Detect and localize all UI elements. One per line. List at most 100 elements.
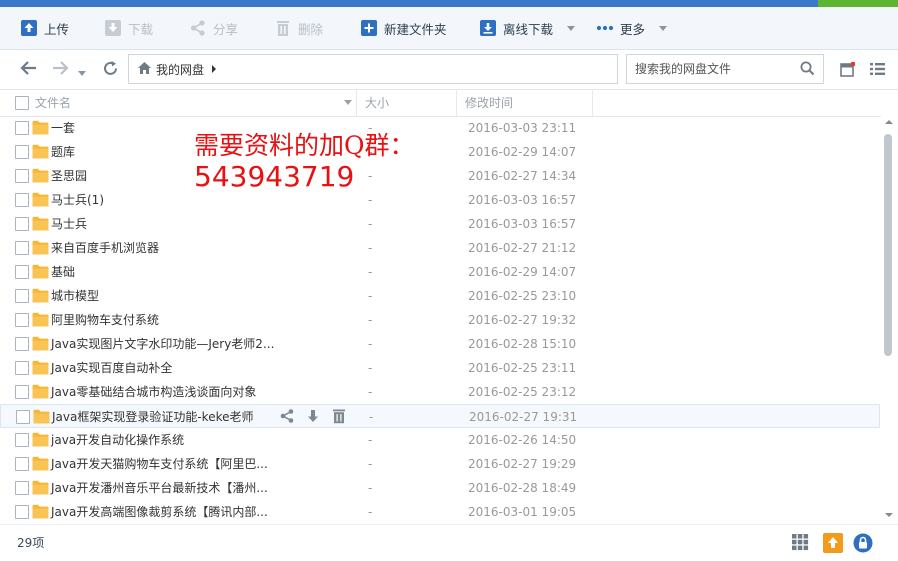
scroll-down-arrow-icon[interactable] bbox=[885, 513, 893, 517]
breadcrumb-arrow-icon[interactable] bbox=[212, 65, 217, 73]
download-button[interactable]: 下载 bbox=[104, 7, 153, 49]
column-divider[interactable] bbox=[592, 90, 593, 116]
column-header-name[interactable]: 文件名 bbox=[35, 90, 71, 116]
folder-icon bbox=[32, 384, 49, 402]
row-checkbox[interactable] bbox=[16, 410, 30, 424]
row-checkbox[interactable] bbox=[15, 313, 29, 327]
file-modified-time: 2016-02-25 23:11 bbox=[468, 361, 577, 375]
table-row[interactable]: Java开发天猫购物车支付系统【阿里巴... - 2016-02-27 19:29 bbox=[0, 452, 880, 476]
new-folder-button[interactable]: 新建文件夹 bbox=[360, 7, 447, 49]
folder-icon bbox=[32, 456, 49, 474]
table-row[interactable]: 基础 - 2016-02-29 14:07 bbox=[0, 260, 880, 284]
share-button[interactable]: 分享 bbox=[189, 7, 238, 49]
history-dropdown-icon[interactable] bbox=[78, 66, 86, 80]
file-name[interactable]: 一套 bbox=[51, 116, 75, 140]
table-row[interactable]: 马士兵(1) - 2016-03-03 16:57 bbox=[0, 188, 880, 212]
file-name[interactable]: java开发自动化操作系统 bbox=[51, 428, 184, 452]
row-checkbox[interactable] bbox=[15, 337, 29, 351]
table-row[interactable]: 题库 -2016-02-29 14:07 bbox=[0, 140, 880, 164]
file-name[interactable]: 城市模型 bbox=[51, 284, 99, 308]
table-row[interactable]: Java开发潘州音乐平台最新技术【潘州... - 2016-02-28 18:49 bbox=[0, 476, 880, 500]
home-icon[interactable] bbox=[137, 61, 152, 78]
file-name[interactable]: 马士兵(1) bbox=[51, 188, 104, 212]
select-all-checkbox[interactable] bbox=[15, 96, 29, 110]
download-icon[interactable] bbox=[305, 408, 321, 427]
row-checkbox[interactable] bbox=[15, 361, 29, 375]
row-checkbox[interactable] bbox=[15, 289, 29, 303]
trash-icon[interactable] bbox=[331, 408, 347, 427]
row-checkbox[interactable] bbox=[15, 217, 29, 231]
table-row[interactable]: 阿里购物车支付系统 - 2016-02-27 19:32 bbox=[0, 308, 880, 332]
table-row[interactable]: 来自百度手机浏览器 - 2016-02-27 21:12 bbox=[0, 236, 880, 260]
folder-icon bbox=[32, 216, 49, 234]
breadcrumb-root[interactable]: 我的网盘 bbox=[156, 61, 204, 78]
file-name[interactable]: Java实现图片文字水印功能—Jery老师2... bbox=[51, 332, 274, 356]
row-checkbox[interactable] bbox=[15, 385, 29, 399]
column-header-size[interactable]: 大小 bbox=[365, 90, 389, 116]
file-name[interactable]: 题库 bbox=[51, 140, 75, 164]
file-modified-time: 2016-03-01 19:05 bbox=[468, 505, 577, 519]
row-checkbox[interactable] bbox=[15, 505, 29, 519]
upload-button[interactable]: 上传 bbox=[20, 7, 69, 49]
table-row[interactable]: Java零基础结合城市构造浅谈面向对象 - 2016-02-25 23:12 bbox=[0, 380, 880, 404]
row-checkbox[interactable] bbox=[15, 457, 29, 471]
file-name[interactable]: 马士兵 bbox=[51, 212, 87, 236]
folder-icon bbox=[32, 264, 49, 282]
row-checkbox[interactable] bbox=[15, 241, 29, 255]
column-divider[interactable] bbox=[356, 90, 357, 116]
row-checkbox[interactable] bbox=[15, 193, 29, 207]
forward-arrow-icon[interactable] bbox=[51, 60, 69, 79]
file-size: - bbox=[368, 361, 373, 375]
row-checkbox[interactable] bbox=[15, 265, 29, 279]
row-checkbox[interactable] bbox=[15, 169, 29, 183]
view-mode-icon[interactable] bbox=[840, 61, 856, 80]
file-name[interactable]: Java实现百度自动补全 bbox=[51, 356, 172, 380]
file-name[interactable]: Java开发潘州音乐平台最新技术【潘州... bbox=[51, 476, 268, 500]
offline-download-button[interactable]: 离线下载 bbox=[479, 7, 576, 49]
share-label: 分享 bbox=[213, 21, 239, 37]
transfer-icon[interactable] bbox=[823, 533, 843, 556]
table-row[interactable]: 一套 -2016-03-03 23:11 bbox=[0, 116, 880, 140]
scrollbar-thumb[interactable] bbox=[884, 134, 892, 356]
file-name[interactable]: Java零基础结合城市构造浅谈面向对象 bbox=[51, 380, 256, 404]
file-name[interactable]: Java框架实现登录验证功能-keke老师 bbox=[52, 405, 254, 429]
file-name[interactable]: 圣思园 bbox=[51, 164, 87, 188]
file-name[interactable]: 基础 bbox=[51, 260, 75, 284]
lock-icon[interactable] bbox=[853, 533, 873, 556]
row-checkbox[interactable] bbox=[15, 433, 29, 447]
share-icon[interactable] bbox=[279, 408, 295, 427]
search-input[interactable] bbox=[633, 61, 797, 77]
table-row[interactable]: Java框架实现登录验证功能-keke老师 - 2016-02-27 19:31 bbox=[0, 404, 880, 428]
file-name[interactable]: Java开发高端图像裁剪系统【腾讯内部... bbox=[51, 500, 268, 524]
item-count: 29项 bbox=[17, 536, 45, 550]
table-row[interactable]: 城市模型 - 2016-02-25 23:10 bbox=[0, 284, 880, 308]
more-button[interactable]: 更多 bbox=[596, 7, 668, 49]
file-name[interactable]: 来自百度手机浏览器 bbox=[51, 236, 159, 260]
navigation-bar: 我的网盘 bbox=[0, 50, 898, 88]
row-checkbox[interactable] bbox=[15, 121, 29, 135]
back-arrow-icon[interactable] bbox=[20, 60, 38, 79]
toolbar: 上传 下载 分享 删除 新建文件夹 离线下载 更多 bbox=[0, 7, 898, 50]
folder-icon bbox=[32, 240, 49, 258]
refresh-icon[interactable] bbox=[102, 60, 119, 80]
table-row[interactable]: Java开发高端图像裁剪系统【腾讯内部... - 2016-03-01 19:05 bbox=[0, 500, 880, 524]
file-name[interactable]: Java开发天猫购物车支付系统【阿里巴... bbox=[51, 452, 268, 476]
file-modified-time: 2016-02-28 18:49 bbox=[468, 481, 577, 495]
file-name[interactable]: 阿里购物车支付系统 bbox=[51, 308, 159, 332]
table-row[interactable]: Java实现百度自动补全 - 2016-02-25 23:11 bbox=[0, 356, 880, 380]
address-bar[interactable]: 我的网盘 bbox=[128, 54, 618, 84]
table-row[interactable]: Java实现图片文字水印功能—Jery老师2... - 2016-02-28 15:… bbox=[0, 332, 880, 356]
row-checkbox[interactable] bbox=[15, 145, 29, 159]
row-checkbox[interactable] bbox=[15, 481, 29, 495]
grid-view-icon[interactable] bbox=[791, 533, 809, 554]
delete-button[interactable]: 删除 bbox=[274, 7, 323, 49]
table-row[interactable]: 圣思园 - 2016-02-27 14:34 bbox=[0, 164, 880, 188]
list-view-icon[interactable] bbox=[870, 62, 885, 79]
column-header-modified[interactable]: 修改时间 bbox=[465, 90, 513, 116]
table-row[interactable]: java开发自动化操作系统 - 2016-02-26 14:50 bbox=[0, 428, 880, 452]
sort-dropdown-icon[interactable] bbox=[344, 100, 352, 105]
table-row[interactable]: 马士兵 - 2016-03-03 16:57 bbox=[0, 212, 880, 236]
search-icon[interactable] bbox=[800, 61, 815, 79]
scroll-up-arrow-icon[interactable] bbox=[885, 120, 893, 124]
column-divider[interactable] bbox=[456, 90, 457, 116]
